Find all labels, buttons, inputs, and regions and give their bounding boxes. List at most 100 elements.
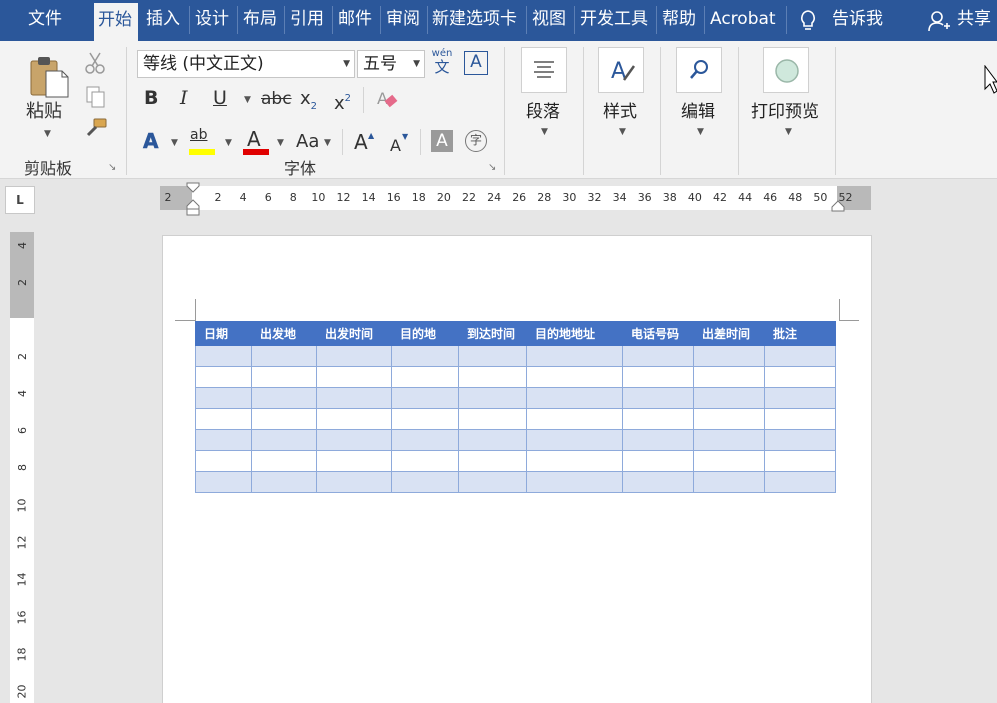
tab-acrobat[interactable]: Acrobat	[710, 0, 776, 41]
table-cell[interactable]	[764, 387, 836, 409]
tab-developer[interactable]: 开发工具	[580, 0, 648, 41]
table-cell[interactable]	[251, 450, 317, 472]
table-cell[interactable]	[622, 429, 694, 451]
font-name-combo[interactable]: 等线 (中文正文) ▼	[137, 50, 355, 78]
column-header[interactable]: 目的地地址	[526, 321, 623, 346]
phonetic-guide-button[interactable]: wén 文	[430, 48, 454, 78]
table-cell[interactable]	[195, 429, 252, 451]
column-header[interactable]: 电话号码	[622, 321, 694, 346]
table-cell[interactable]	[251, 387, 317, 409]
highlight-button[interactable]: ab	[189, 127, 215, 157]
table-cell[interactable]	[622, 471, 694, 493]
table-cell[interactable]	[693, 471, 765, 493]
table-cell[interactable]	[622, 387, 694, 409]
table-cell[interactable]	[195, 450, 252, 472]
horizontal-ruler[interactable]: 2 2 4 6 8 10 12 14 16 18 20 22 24 26 28 30 32 34 36 38 40 42 4…	[160, 182, 871, 216]
table-cell[interactable]	[316, 345, 392, 367]
paste-dropdown-icon[interactable]: ▼	[44, 129, 51, 139]
column-header[interactable]: 出差时间	[693, 321, 765, 346]
highlight-dropdown-icon[interactable]: ▼	[225, 138, 232, 148]
table-cell[interactable]	[622, 366, 694, 388]
table-cell[interactable]	[458, 387, 527, 409]
table-cell[interactable]	[622, 345, 694, 367]
table-cell[interactable]	[195, 471, 252, 493]
table-cell[interactable]	[251, 366, 317, 388]
table-cell[interactable]	[251, 471, 317, 493]
tab-file[interactable]: 文件	[28, 0, 62, 41]
paste-button[interactable]: 粘贴	[26, 101, 62, 123]
clear-formatting-icon[interactable]: A	[374, 87, 400, 113]
table-cell[interactable]	[391, 366, 459, 388]
table-cell[interactable]	[458, 345, 527, 367]
table-cell[interactable]	[693, 345, 765, 367]
tab-layout[interactable]: 布局	[243, 0, 277, 41]
tab-mailings[interactable]: 邮件	[338, 0, 372, 41]
shrink-font-button[interactable]: A ▼	[390, 132, 408, 157]
document-page[interactable]: 日期 出发地 出发时间 目的地 到达时间 目的地地址 电话号码 出差时间 批注	[162, 235, 872, 703]
grow-font-button[interactable]: A ▲	[354, 131, 374, 153]
table-cell[interactable]	[764, 450, 836, 472]
enclose-char-button[interactable]: 字	[465, 130, 487, 152]
font-launcher-icon[interactable]: ↘	[488, 162, 496, 173]
table-cell[interactable]	[764, 345, 836, 367]
table-cell[interactable]	[458, 366, 527, 388]
chevron-down-icon[interactable]: ▼	[413, 51, 420, 77]
font-size-combo[interactable]: 五号 ▼	[357, 50, 425, 78]
styles-dropdown-icon[interactable]: ▼	[619, 127, 626, 137]
char-shading-button[interactable]: A	[431, 130, 453, 152]
share-button[interactable]: 共享	[957, 0, 991, 41]
table-cell[interactable]	[693, 450, 765, 472]
column-header[interactable]: 批注	[764, 321, 836, 346]
trip-table[interactable]: 日期 出发地 出发时间 目的地 到达时间 目的地地址 电话号码 出差时间 批注	[195, 321, 836, 493]
table-cell[interactable]	[764, 429, 836, 451]
table-cell[interactable]	[458, 471, 527, 493]
table-cell[interactable]	[391, 345, 459, 367]
table-cell[interactable]	[526, 387, 623, 409]
table-cell[interactable]	[622, 450, 694, 472]
table-cell[interactable]	[458, 429, 527, 451]
change-case-button[interactable]: Aa	[296, 131, 319, 153]
table-cell[interactable]	[526, 408, 623, 430]
table-cell[interactable]	[693, 429, 765, 451]
table-cell[interactable]	[195, 366, 252, 388]
table-cell[interactable]	[693, 387, 765, 409]
editing-dropdown-icon[interactable]: ▼	[697, 127, 704, 137]
char-border-button[interactable]: A	[464, 51, 488, 75]
table-cell[interactable]	[693, 366, 765, 388]
paste-icon[interactable]	[28, 53, 72, 99]
table-cell[interactable]	[764, 366, 836, 388]
tab-new-tab[interactable]: 新建选项卡	[432, 0, 517, 41]
table-cell[interactable]	[764, 471, 836, 493]
change-case-dropdown-icon[interactable]: ▼	[324, 138, 331, 148]
superscript-button[interactable]: x2	[334, 88, 351, 115]
table-cell[interactable]	[316, 450, 392, 472]
cut-icon[interactable]	[84, 51, 106, 75]
column-header[interactable]: 日期	[195, 321, 252, 346]
person-add-icon[interactable]	[927, 9, 951, 33]
bold-button[interactable]: B	[144, 87, 158, 109]
copy-icon[interactable]	[85, 85, 107, 109]
table-cell[interactable]	[251, 408, 317, 430]
table-cell[interactable]	[251, 345, 317, 367]
paragraph-button[interactable]	[521, 47, 567, 93]
print-preview-button[interactable]	[763, 47, 809, 93]
table-cell[interactable]	[316, 408, 392, 430]
clipboard-launcher-icon[interactable]: ↘	[108, 162, 116, 173]
tab-review[interactable]: 审阅	[386, 0, 420, 41]
tab-help[interactable]: 帮助	[662, 0, 696, 41]
tab-design[interactable]: 设计	[195, 0, 229, 41]
table-cell[interactable]	[458, 408, 527, 430]
table-cell[interactable]	[526, 429, 623, 451]
table-cell[interactable]	[622, 408, 694, 430]
table-cell[interactable]	[526, 471, 623, 493]
table-cell[interactable]	[195, 408, 252, 430]
table-cell[interactable]	[391, 450, 459, 472]
tab-home[interactable]: 开始	[94, 3, 138, 41]
styles-button[interactable]: A	[598, 47, 644, 93]
tab-view[interactable]: 视图	[532, 0, 566, 41]
tell-me-search[interactable]: 告诉我	[832, 0, 883, 41]
column-header[interactable]: 出发地	[251, 321, 317, 346]
editing-button[interactable]	[676, 47, 722, 93]
table-cell[interactable]	[391, 471, 459, 493]
tab-selector[interactable]: L	[5, 186, 35, 214]
